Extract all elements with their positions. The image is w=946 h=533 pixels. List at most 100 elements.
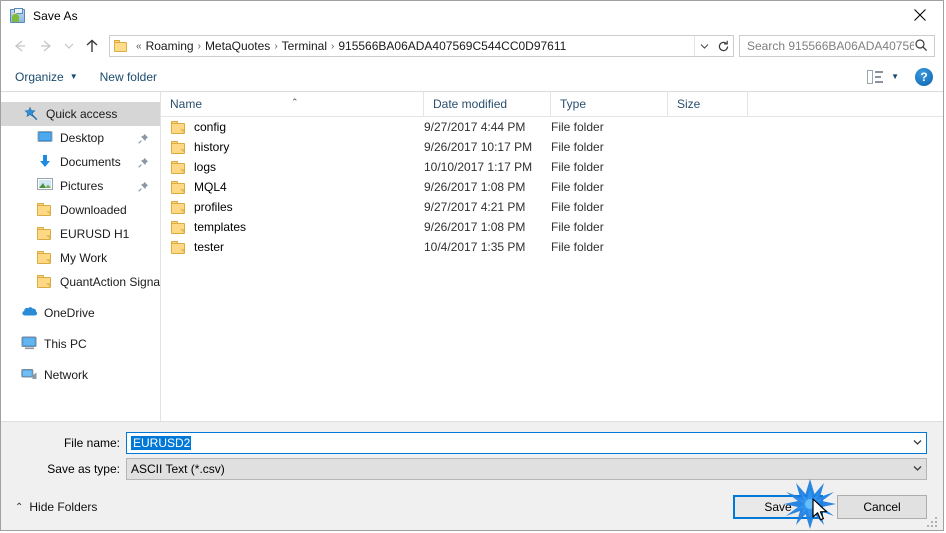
sidebar-item-desktop[interactable]: Desktop [1, 126, 160, 150]
cancel-button[interactable]: Cancel [837, 495, 927, 519]
file-name-cell: MQL4 [161, 180, 424, 194]
view-layout-icon[interactable] [867, 69, 885, 84]
search-box[interactable]: Search 915566BA06ADA40756... [739, 35, 935, 57]
save-button[interactable]: Save [733, 495, 823, 519]
back-button[interactable] [7, 33, 33, 59]
breadcrumb-segment-terminal-id[interactable]: 915566BA06ADA407569C544CC0D97611 [338, 39, 566, 53]
sidebar-item-label: Pictures [60, 179, 104, 193]
breadcrumb-separator[interactable]: › [194, 41, 205, 52]
breadcrumb-segment-metaquotes[interactable]: MetaQuotes [205, 39, 270, 53]
navigation-sidebar: Quick access Desktop Documents Pictures … [1, 92, 161, 421]
sidebar-item-label: Desktop [60, 131, 105, 145]
chevron-down-icon [64, 43, 74, 49]
folder-icon [171, 200, 187, 214]
sidebar-item-network[interactable]: Network [1, 363, 160, 387]
view-options-chevron-down-icon[interactable]: ▼ [891, 72, 899, 81]
folder-icon [37, 202, 53, 218]
table-row[interactable]: history 9/26/2017 10:17 PM File folder [161, 137, 943, 157]
pin-icon [138, 133, 149, 144]
sidebar-item-quantaction-signal[interactable]: QuantAction Signal [1, 270, 160, 294]
save-form: File name: EURUSD2 Save as type: ASCII T… [1, 421, 943, 484]
search-icon [914, 38, 930, 54]
folder-icon [171, 240, 187, 254]
sidebar-item-downloaded[interactable]: Downloaded [1, 198, 160, 222]
resize-grip-icon[interactable] [927, 515, 939, 527]
table-row[interactable]: config 9/27/2017 4:44 PM File folder [161, 117, 943, 137]
forward-button[interactable] [33, 33, 59, 59]
file-name-label: logs [194, 160, 217, 174]
table-row[interactable]: MQL4 9/26/2017 1:08 PM File folder [161, 177, 943, 197]
folder-icon [171, 140, 187, 154]
chevron-down-icon: ▼ [69, 72, 78, 81]
sidebar-item-onedrive[interactable]: OneDrive [1, 301, 160, 325]
file-name-label: tester [194, 240, 225, 254]
file-type-cell: File folder [551, 180, 604, 194]
table-row[interactable]: profiles 9/27/2017 4:21 PM File folder [161, 197, 943, 217]
file-name-value[interactable]: EURUSD2 [131, 436, 192, 450]
file-type-cell: File folder [551, 200, 604, 214]
save-as-dialog: Save As « Roaming › MetaQuotes › Termina… [0, 0, 944, 531]
file-name-cell: history [161, 140, 424, 154]
sidebar-item-label: This PC [44, 337, 87, 351]
breadcrumb-separator[interactable]: › [270, 41, 281, 52]
sidebar-item-documents[interactable]: Documents [1, 150, 160, 174]
sidebar-item-eurusd-h1[interactable]: EURUSD H1 [1, 222, 160, 246]
folder-icon [171, 120, 187, 134]
file-name-cell: tester [161, 240, 424, 254]
navigation-bar: « Roaming › MetaQuotes › Terminal › 9155… [1, 30, 943, 62]
sidebar-item-pictures[interactable]: Pictures [1, 174, 160, 198]
organize-button[interactable]: Organize ▼ [15, 70, 78, 84]
recent-locations-button[interactable] [59, 33, 79, 59]
save-as-type-row: Save as type: ASCII Text (*.csv) [1, 458, 943, 480]
breadcrumb-prefix: « [136, 40, 142, 52]
search-input[interactable]: Search 915566BA06ADA40756... [747, 39, 914, 53]
dialog-footer: ⌃ Hide Folders Save Cancel [1, 484, 943, 530]
file-type-cell: File folder [551, 120, 604, 134]
file-name-cell: templates [161, 220, 424, 234]
hide-folders-label: Hide Folders [29, 500, 98, 514]
onedrive-icon [21, 305, 38, 321]
sidebar-item-my-work[interactable]: My Work [1, 246, 160, 270]
desktop-icon [37, 130, 53, 146]
breadcrumb-segment-terminal[interactable]: Terminal [282, 39, 327, 53]
breadcrumb-separator[interactable]: › [327, 41, 338, 52]
folder-icon [37, 250, 53, 266]
close-icon[interactable] [897, 1, 943, 29]
file-name-label: history [194, 140, 230, 154]
sidebar-item-quick-access[interactable]: Quick access [1, 102, 160, 126]
column-header-date-modified[interactable]: Date modified [424, 92, 551, 116]
save-as-type-select[interactable]: ASCII Text (*.csv) [126, 458, 927, 480]
column-header-name[interactable]: Name ⌃ [161, 92, 424, 116]
folder-icon [171, 180, 187, 194]
sidebar-item-this-pc[interactable]: This PC [1, 332, 160, 356]
file-date-cell: 9/26/2017 10:17 PM [424, 140, 533, 154]
refresh-icon[interactable] [713, 36, 733, 56]
up-button[interactable] [79, 33, 105, 59]
sidebar-item-label: My Work [60, 251, 108, 265]
table-row[interactable]: logs 10/10/2017 1:17 PM File folder [161, 157, 943, 177]
file-name-cell: profiles [161, 200, 424, 214]
file-name-input[interactable]: EURUSD2 [126, 432, 927, 454]
new-folder-button[interactable]: New folder [100, 70, 157, 84]
address-dropdown-icon[interactable] [694, 36, 713, 56]
file-type-cell: File folder [551, 240, 604, 254]
file-name-row: File name: EURUSD2 [1, 432, 943, 454]
sidebar-item-label: OneDrive [44, 306, 95, 320]
file-date-cell: 9/27/2017 4:21 PM [424, 200, 526, 214]
hide-folders-button[interactable]: ⌃ Hide Folders [15, 500, 97, 514]
column-header-row: Name ⌃ Date modified Type Size [161, 92, 943, 117]
chevron-down-icon[interactable] [909, 464, 926, 474]
column-header-type[interactable]: Type [551, 92, 668, 116]
help-icon[interactable]: ? [915, 67, 933, 86]
file-name-label: MQL4 [194, 180, 227, 194]
breadcrumb[interactable]: « Roaming › MetaQuotes › Terminal › 9155… [109, 35, 734, 57]
file-date-cell: 10/4/2017 1:35 PM [424, 240, 526, 254]
file-date-cell: 9/26/2017 1:08 PM [424, 180, 526, 194]
file-rows: config 9/27/2017 4:44 PM File folder his… [161, 117, 943, 421]
table-row[interactable]: tester 10/4/2017 1:35 PM File folder [161, 237, 943, 257]
breadcrumb-segment-roaming[interactable]: Roaming [146, 39, 194, 53]
window-title: Save As [33, 8, 78, 23]
table-row[interactable]: templates 9/26/2017 1:08 PM File folder [161, 217, 943, 237]
column-header-size[interactable]: Size [668, 92, 748, 116]
chevron-down-icon[interactable] [909, 438, 926, 448]
